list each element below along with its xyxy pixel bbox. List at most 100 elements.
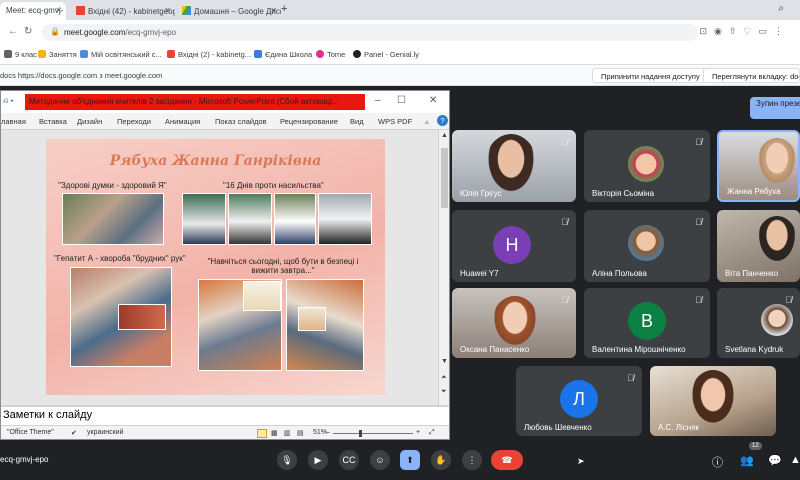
participant-tile[interactable]: В 🎙̸ Валентина Мірошніченко: [584, 288, 710, 358]
participant-name: Віта Панченко: [725, 269, 779, 278]
leave-call-icon[interactable]: ☎: [491, 450, 523, 470]
participant-tile[interactable]: 🎙̸ Оксана Панасенко: [452, 288, 576, 358]
ribbon-tab[interactable]: Рецензирование: [280, 117, 338, 126]
ribbon-tab[interactable]: Переходи: [117, 117, 151, 126]
info-icon[interactable]: ⓘ: [712, 454, 723, 470]
reading-view-icon[interactable]: ▥: [284, 429, 291, 437]
scrollbar-thumb[interactable]: [441, 148, 448, 208]
bookmark-item[interactable]: Єдина Школа: [254, 50, 312, 59]
slide-photo: [118, 304, 166, 330]
participant-tile[interactable]: Віта Панченко: [717, 210, 800, 282]
url-input[interactable]: 🔒 meet.google.com/ecq-gmvj-epo: [42, 24, 698, 41]
notes-pane[interactable]: Заметки к слайду: [1, 407, 449, 425]
ppt-status-bar: "Office Theme" ✔ украинский ▦ ▥ ▤ 51% – …: [1, 425, 449, 439]
chat-icon[interactable]: 💬: [768, 454, 782, 467]
tab-drive[interactable]: Домашня – Google Диск ✕: [176, 2, 281, 20]
close-icon[interactable]: ✕: [55, 6, 62, 15]
slide-photo: [318, 193, 372, 245]
slide-sorter-icon[interactable]: ▦: [271, 429, 278, 437]
participant-avatar: H: [493, 226, 531, 264]
participant-tile[interactable]: H 🎙̸ Huawei Y7: [452, 210, 576, 282]
ribbon-tab[interactable]: WPS PDF: [378, 117, 412, 126]
stop-presenting-button[interactable]: Зупин презент: [750, 97, 800, 119]
participant-tile[interactable]: 🎙̸ Svetlana Kydruk: [717, 288, 800, 358]
participant-tile[interactable]: 🎙̸ Вікторія Сьоміна: [584, 130, 710, 202]
participant-tile[interactable]: 🎙̸ Аліна Польова: [584, 210, 710, 282]
bookmark-item[interactable]: Заняття: [38, 50, 77, 59]
ribbon-tab[interactable]: лавная: [1, 117, 26, 126]
close-icon[interactable]: ✕: [270, 6, 277, 15]
back-icon[interactable]: ←: [8, 26, 18, 37]
language-label[interactable]: украинский: [87, 429, 124, 436]
raise-hand-icon[interactable]: ✋: [431, 450, 451, 470]
help-icon[interactable]: ?: [437, 115, 448, 126]
bookmark-item[interactable]: Tome: [316, 50, 345, 59]
present-screen-icon[interactable]: ⬆: [400, 450, 420, 470]
gmail-icon: [76, 6, 85, 15]
camera-icon[interactable]: ▶: [308, 450, 328, 470]
participant-avatar-photo: [628, 146, 664, 182]
search-icon[interactable]: ⌕: [778, 3, 784, 14]
classroom-icon: [38, 50, 46, 58]
tab-meet[interactable]: Meet: ecq-gmvj- ✕: [0, 2, 66, 20]
more-options-icon[interactable]: ⋮: [462, 450, 482, 470]
reload-icon[interactable]: ↻: [24, 26, 32, 37]
zoom-in-icon[interactable]: +: [416, 429, 420, 436]
participant-tile[interactable]: 🎙̸ Юлія Грігус: [452, 130, 576, 202]
zoom-slider[interactable]: [333, 430, 413, 437]
next-slide-icon[interactable]: ⏷: [441, 388, 447, 396]
slideshow-icon[interactable]: ▤: [297, 429, 304, 437]
bookmark-item[interactable]: 9 клас: [4, 50, 37, 59]
ribbon-collapse-icon[interactable]: ▵: [425, 117, 429, 126]
ribbon-tab[interactable]: Вид: [350, 117, 364, 126]
zoom-slider-thumb[interactable]: [359, 430, 362, 437]
stop-sharing-button[interactable]: Припинити надання доступу: [592, 68, 709, 83]
prev-slide-icon[interactable]: ⏶: [441, 374, 447, 382]
url-host: meet.google.com: [64, 28, 126, 37]
gmail-icon: [167, 50, 175, 58]
participant-tile[interactable]: Жанна Рябуха: [717, 130, 800, 202]
drive-icon: [182, 6, 191, 15]
maximize-icon[interactable]: ☐: [397, 95, 406, 106]
scroll-down-icon[interactable]: ▼: [441, 358, 448, 365]
zoom-level[interactable]: 51%: [313, 429, 327, 436]
quick-access-icon[interactable]: ⎌ ▾: [3, 98, 14, 106]
switch-tab-button[interactable]: Переглянути вкладку: docs.: [703, 68, 800, 83]
minimize-icon[interactable]: –: [375, 95, 381, 106]
close-icon[interactable]: ✕: [164, 6, 171, 15]
microphone-icon[interactable]: 🎙: [277, 450, 297, 470]
bookmark-item[interactable]: Мій освітянський с...: [80, 50, 162, 59]
mic-off-icon: 🎙̸: [695, 295, 702, 305]
spellcheck-icon[interactable]: ✔: [71, 429, 77, 437]
fit-slide-icon[interactable]: ⤢: [429, 429, 435, 437]
normal-view-icon[interactable]: [257, 429, 267, 438]
powerpoint-window: ⎌ ▾ Методичне об'єднання вчителів 2 засі…: [0, 90, 450, 440]
slide-photo: [228, 193, 272, 245]
ribbon-tab[interactable]: Анимация: [165, 117, 200, 126]
participant-tile[interactable]: А.С. Лісняк: [650, 366, 776, 436]
captions-icon[interactable]: CC: [339, 450, 359, 470]
scroll-up-icon[interactable]: ▲: [441, 132, 448, 139]
participant-tile[interactable]: Л 🎙̸ Любовь Шевченко: [516, 366, 642, 436]
vertical-scrollbar[interactable]: ▲ ▼ ⏶ ⏷: [438, 130, 449, 405]
participant-name: Huawei Y7: [460, 269, 499, 278]
people-icon[interactable]: 👥: [740, 454, 754, 467]
globe-icon: [80, 50, 88, 58]
emoji-icon[interactable]: ☺: [370, 450, 390, 470]
slide-photo: [182, 193, 226, 245]
tab-gmail[interactable]: Вхідні (42) - kabinetgeog ✕: [70, 2, 175, 20]
bookmark-item[interactable]: Вхідні (2) - kabinetg...: [167, 50, 251, 59]
new-tab-icon[interactable]: +: [281, 3, 287, 15]
ribbon-tab[interactable]: Вставка: [39, 117, 67, 126]
lock-icon: 🔒: [50, 27, 60, 36]
toolbar-icons[interactable]: ⊡◉⇧♡▭⋮: [699, 26, 790, 37]
participant-name: Оксана Панасенко: [460, 345, 530, 354]
close-icon[interactable]: ✕: [429, 95, 437, 106]
mic-off-icon: 🎙̸: [627, 373, 634, 383]
ribbon-tab[interactable]: Показ слайдов: [215, 117, 267, 126]
zoom-out-icon[interactable]: –: [326, 429, 330, 436]
bookmark-item[interactable]: Panel - Genial.ly: [353, 50, 419, 59]
activities-icon[interactable]: ▲: [790, 454, 800, 466]
ribbon-tab[interactable]: Дизайн: [77, 117, 102, 126]
meeting-code: ecq-gmvj-epo: [0, 455, 49, 464]
